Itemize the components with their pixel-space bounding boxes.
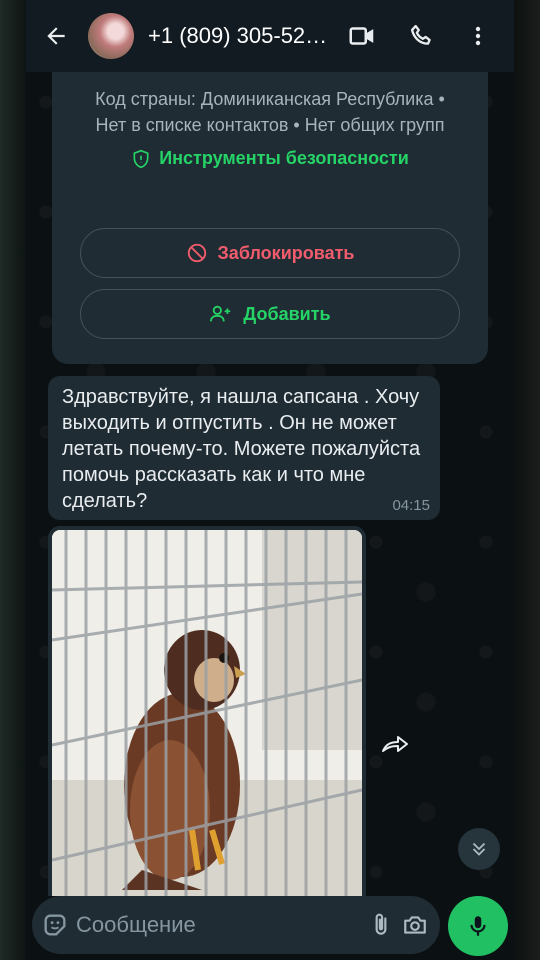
safety-tools-link[interactable]: Инструменты безопасности xyxy=(52,148,488,169)
right-edge-shade xyxy=(514,0,540,960)
scroll-to-bottom-button[interactable] xyxy=(458,828,500,870)
back-button[interactable] xyxy=(34,14,78,58)
avatar[interactable] xyxy=(88,13,134,59)
attach-button[interactable] xyxy=(364,900,398,950)
add-label: Добавить xyxy=(243,303,331,324)
chat-header: +1 (809) 305-52… xyxy=(26,0,514,72)
forward-icon xyxy=(382,736,408,752)
cage-bird-illustration xyxy=(52,530,362,896)
falcon-in-cage-photo[interactable] xyxy=(52,530,362,896)
safety-tools-label: Инструменты безопасности xyxy=(159,148,409,168)
forward-button[interactable] xyxy=(374,722,418,766)
sticker-button[interactable] xyxy=(38,900,72,950)
camera-button[interactable] xyxy=(398,900,432,950)
phone-icon xyxy=(410,24,431,45)
paperclip-icon xyxy=(375,913,387,935)
video-call-icon xyxy=(349,27,374,45)
contact-info-text: Код страны: Доминиканская Республика • Н… xyxy=(95,89,445,135)
contact-info-card: Код страны: Доминиканская Республика • Н… xyxy=(52,72,488,364)
video-call-button[interactable] xyxy=(336,10,388,62)
more-options-button[interactable] xyxy=(452,10,504,62)
add-contact-button[interactable]: Добавить xyxy=(80,289,460,339)
block-icon xyxy=(187,243,206,263)
contact-title[interactable]: +1 (809) 305-52… xyxy=(148,23,330,49)
add-person-icon xyxy=(210,305,231,322)
camera-icon xyxy=(404,916,426,934)
block-label: Заблокировать xyxy=(217,242,355,263)
voice-call-button[interactable] xyxy=(396,10,448,62)
message-time: 04:15 xyxy=(392,497,430,514)
shield-icon xyxy=(133,149,149,168)
message-composer xyxy=(32,896,440,954)
sticker-icon xyxy=(44,914,66,936)
message-input[interactable] xyxy=(72,905,364,945)
voice-message-button[interactable] xyxy=(448,896,508,956)
block-button[interactable]: Заблокировать xyxy=(80,228,460,278)
microphone-icon xyxy=(470,916,486,936)
left-edge-shade xyxy=(0,0,26,960)
double-chevron-down-icon xyxy=(472,842,486,856)
message-text: Здравствуйте, я нашла сапсана . Хочу вых… xyxy=(62,386,421,512)
incoming-message[interactable]: Здравствуйте, я нашла сапсана . Хочу вых… xyxy=(48,376,440,520)
more-vertical-icon xyxy=(475,26,481,46)
incoming-image-message[interactable] xyxy=(48,526,366,896)
back-arrow-icon xyxy=(47,27,65,45)
